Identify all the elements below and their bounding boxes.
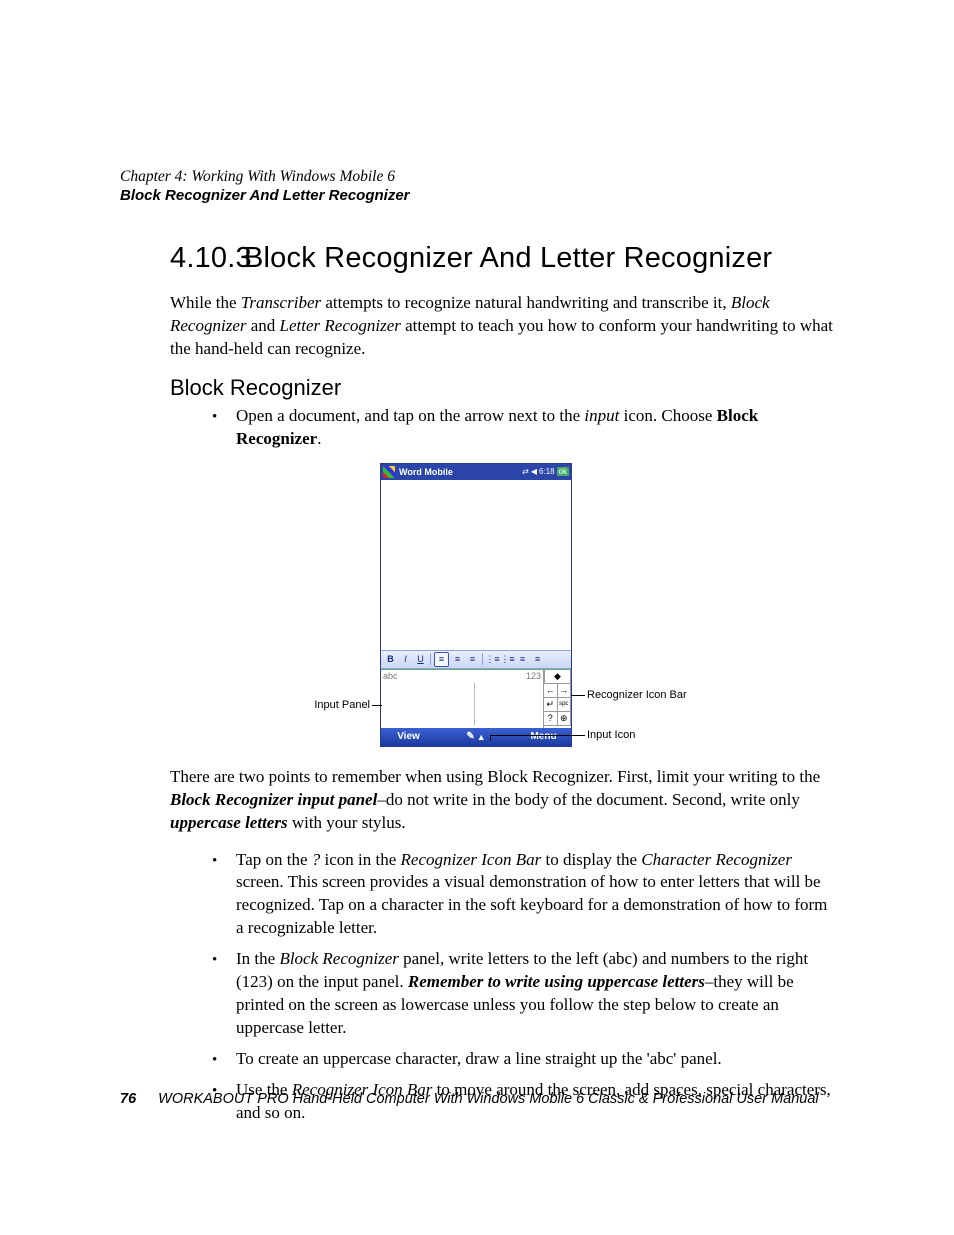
para-two-points: There are two points to remember when us…: [170, 766, 834, 835]
callout-recognizer-bar: Recognizer Icon Bar: [587, 689, 687, 701]
footer-title: WORKABOUT PRO Hand-Held Computer With Wi…: [158, 1091, 819, 1107]
bullet-abc-123: In the Block Recognizer panel, write let…: [236, 948, 834, 1040]
indent-button[interactable]: ≡: [531, 653, 544, 666]
subheading-block-recognizer: Block Recognizer: [170, 375, 834, 401]
bullet-help-icon: Tap on the ? icon in the Recognizer Icon…: [236, 849, 834, 941]
callout-input-panel: Input Panel: [282, 699, 370, 711]
section-heading: 4.10.3Block Recognizer And Letter Recogn…: [170, 242, 834, 275]
app-title: Word Mobile: [399, 467, 453, 477]
bottom-bar: View ✎ ▲ Menu: [381, 728, 571, 746]
bold-button[interactable]: B: [384, 653, 397, 666]
bullet-open-document: Open a document, and tap on the arrow ne…: [236, 405, 834, 451]
bullet-uppercase: To create an uppercase character, draw a…: [236, 1048, 834, 1071]
clock: 6:18: [539, 467, 555, 476]
windows-flag-icon: [383, 466, 395, 478]
section-number: 4.10.3: [170, 242, 244, 275]
device-screenshot: Word Mobile ⇄ ◀ 6:18 ok B I U ≡ ≡ ≡ ⋮≡: [380, 463, 572, 747]
italic-button[interactable]: I: [399, 653, 412, 666]
figure-word-mobile: Word Mobile ⇄ ◀ 6:18 ok B I U ≡ ≡ ≡ ⋮≡: [242, 463, 712, 749]
page-number: 76: [120, 1091, 136, 1107]
document-body: [381, 480, 571, 650]
input-method-icon[interactable]: ✎: [466, 731, 474, 742]
page-footer: 76 WORKABOUT PRO Hand-Held Computer With …: [120, 1091, 819, 1107]
section-title: Block Recognizer And Letter Recognizer: [244, 242, 772, 274]
menu-softkey[interactable]: Menu: [516, 731, 571, 742]
recognizer-icon-bar[interactable]: ◆ ←→ ↵spc ?⊕: [543, 670, 571, 728]
volume-icon: ◀: [531, 467, 537, 476]
titlebar: Word Mobile ⇄ ◀ 6:18 ok: [381, 464, 571, 480]
intro-paragraph: While the Transcriber attempts to recogn…: [170, 292, 834, 361]
input-method-arrow[interactable]: ▲: [477, 732, 486, 742]
outdent-button[interactable]: ≡: [516, 653, 529, 666]
underline-button[interactable]: U: [414, 653, 427, 666]
align-left-button[interactable]: ≡: [434, 652, 449, 667]
callout-input-icon: Input Icon: [587, 729, 635, 741]
align-right-button[interactable]: ≡: [466, 653, 479, 666]
block-recognizer-panel[interactable]: abc 123 ◆ ←→ ↵spc ?⊕: [381, 669, 571, 728]
view-softkey[interactable]: View: [381, 731, 436, 742]
running-header-chapter: Chapter 4: Working With Windows Mobile 6: [120, 168, 834, 186]
format-toolbar: B I U ≡ ≡ ≡ ⋮≡ ⋮≡ ≡ ≡: [381, 650, 571, 669]
numbering-button[interactable]: ⋮≡: [501, 653, 514, 666]
num-zone-label: 123: [526, 671, 541, 681]
align-center-button[interactable]: ≡: [451, 653, 464, 666]
bullets-button[interactable]: ⋮≡: [486, 653, 499, 666]
running-header-section: Block Recognizer And Letter Recognizer: [120, 187, 834, 204]
abc-zone-label: abc: [383, 671, 398, 681]
ok-button[interactable]: ok: [557, 467, 569, 476]
connectivity-icon: ⇄: [522, 467, 529, 476]
system-tray: ⇄ ◀ 6:18 ok: [522, 467, 569, 476]
